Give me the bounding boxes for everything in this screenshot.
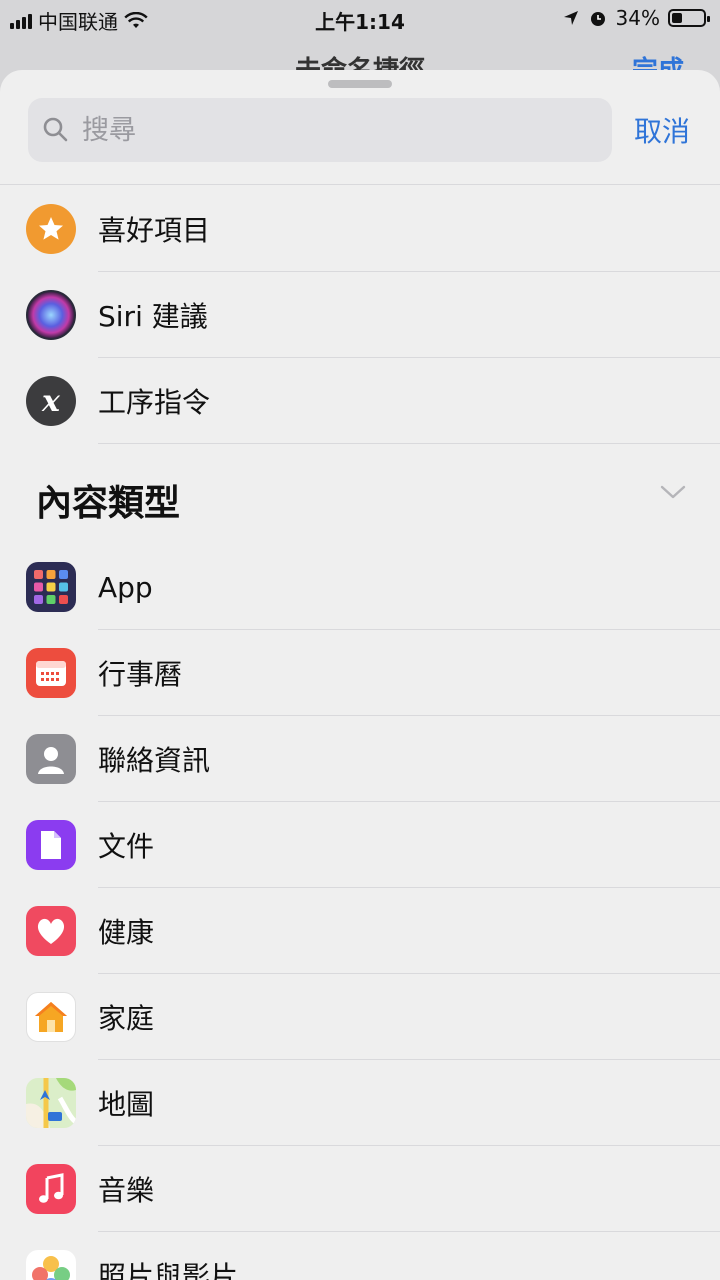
document-icon <box>26 820 76 870</box>
section-content-types[interactable]: 內容類型 <box>0 444 720 544</box>
calendar-icon <box>26 648 76 698</box>
list-item-music[interactable]: 音樂 <box>0 1146 720 1232</box>
list-item-label: 工序指令 <box>98 386 211 419</box>
divider <box>0 184 720 185</box>
list-item-label: 照片與影片 <box>98 1260 239 1280</box>
chevron-down-icon[interactable] <box>660 484 686 500</box>
siri-icon <box>26 290 76 340</box>
search-row: 取消 <box>0 98 720 164</box>
home-icon <box>26 992 76 1042</box>
category-list: 喜好項目 Siri 建議 x 工序指令 內容類型 App 行事曆 聯絡資訊 文件… <box>0 186 720 1280</box>
list-item-photos[interactable]: 照片與影片 <box>0 1232 720 1280</box>
battery-icon <box>668 9 710 27</box>
app-grid-icon <box>26 562 76 612</box>
list-item-documents[interactable]: 文件 <box>0 802 720 888</box>
search-icon <box>43 117 68 142</box>
list-item-maps[interactable]: 地圖 <box>0 1060 720 1146</box>
list-item-contacts[interactable]: 聯絡資訊 <box>0 716 720 802</box>
status-right: 34% <box>562 6 710 30</box>
contact-icon <box>26 734 76 784</box>
list-item-label: 聯絡資訊 <box>98 744 211 777</box>
star-icon <box>26 204 76 254</box>
list-item-favorites[interactable]: 喜好項目 <box>0 186 720 272</box>
list-item-label: 音樂 <box>98 1174 155 1207</box>
sheet-grabber[interactable] <box>328 80 392 88</box>
list-item-label: App <box>98 570 153 604</box>
status-bar: 中国联通 上午1:14 34% <box>0 0 720 40</box>
map-icon <box>26 1078 76 1128</box>
list-item-label: 健康 <box>98 916 155 949</box>
photos-icon <box>26 1250 76 1280</box>
section-title: 內容類型 <box>36 483 181 524</box>
list-item-home[interactable]: 家庭 <box>0 974 720 1060</box>
search-field[interactable] <box>28 98 612 162</box>
alarm-icon <box>590 12 605 26</box>
heart-icon <box>26 906 76 956</box>
list-item-health[interactable]: 健康 <box>0 888 720 974</box>
list-item-label: 喜好項目 <box>98 214 211 247</box>
cancel-button[interactable]: 取消 <box>634 110 690 150</box>
list-item-label: 文件 <box>98 830 155 863</box>
search-input[interactable] <box>80 113 584 147</box>
list-item-calendar[interactable]: 行事曆 <box>0 630 720 716</box>
list-item-label: 行事曆 <box>98 658 183 691</box>
music-icon <box>26 1164 76 1214</box>
list-item-label: Siri 建議 <box>98 300 208 333</box>
location-arrow-icon <box>563 11 578 25</box>
list-item-label: 地圖 <box>98 1088 155 1121</box>
script-x-icon: x <box>26 376 76 426</box>
list-item-app[interactable]: App <box>0 544 720 630</box>
list-item-label: 家庭 <box>98 1002 155 1035</box>
list-item-scripting[interactable]: x 工序指令 <box>0 358 720 444</box>
battery-percent: 34% <box>615 6 660 30</box>
action-picker-sheet: 取消 喜好項目 Siri 建議 x 工序指令 內容類型 <box>0 70 720 1280</box>
list-item-siri-suggestions[interactable]: Siri 建議 <box>0 272 720 358</box>
